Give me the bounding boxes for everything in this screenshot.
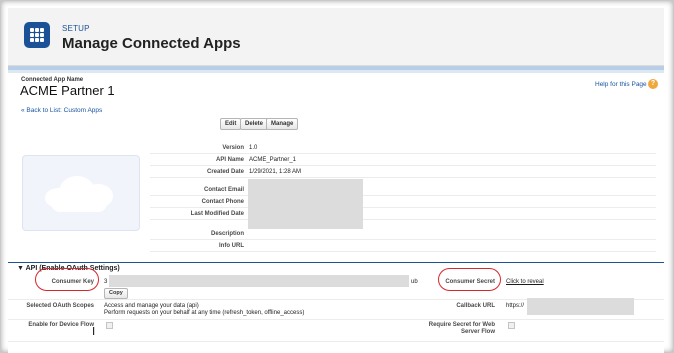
delete-button[interactable]: Delete (240, 118, 269, 130)
detail-row-description: Description (150, 228, 656, 240)
app-name-heading: ACME Partner 1 (20, 83, 115, 98)
require-secret-label-line1: Require Secret for Web (428, 322, 495, 328)
oauth-scopes-row: Selected OAuth Scopes Access and manage … (8, 298, 664, 320)
setup-eyebrow: SETUP (62, 24, 90, 33)
detail-row-contact-email: Contact Email (150, 184, 656, 196)
app-logo (22, 155, 140, 231)
device-flow-label: Enable for Device Flow (28, 322, 94, 328)
detail-label: Version (222, 145, 244, 151)
app-launcher-icon[interactable] (24, 22, 50, 48)
consumer-key-row: Consumer Key 3 ub Copy Consumer Secret C… (8, 274, 664, 300)
detail-value: 1/29/2021, 1:28 AM (249, 169, 302, 175)
oauth-scopes-label: Selected OAuth Scopes (26, 303, 94, 309)
detail-row-contact-phone: Contact Phone (150, 196, 656, 208)
detail-label: API Name (215, 157, 244, 163)
oauth-scope-refresh: Perform requests on your behalf at any t… (104, 310, 305, 316)
device-flow-checkbox[interactable] (106, 322, 113, 329)
redacted-callback-url (527, 298, 634, 315)
help-icon[interactable]: ? (648, 79, 658, 89)
back-to-list-link[interactable]: « Back to List: Custom Apps (21, 107, 102, 114)
help-link[interactable]: Help for this Page (595, 81, 647, 88)
detail-value: 1.0 (249, 145, 258, 151)
callback-url-value: https:// (506, 303, 525, 309)
manage-button[interactable]: Manage (266, 118, 299, 130)
detail-label: Description (210, 231, 244, 237)
detail-value: ACME_Partner_1 (249, 157, 297, 163)
consumer-key-prefix: 3 (104, 279, 108, 285)
detail-label: Contact Email (203, 187, 244, 193)
consumer-secret-highlight (438, 268, 501, 291)
callback-url-label: Callback URL (456, 303, 495, 309)
detail-label: Last Modified Date (190, 211, 244, 217)
detail-row-api-name: API Name ACME_Partner_1 (150, 154, 656, 166)
detail-panel: Connected App Name ACME Partner 1 Help f… (8, 73, 664, 353)
detail-row-version: Version 1.0 (150, 142, 656, 154)
page-title: Manage Connected Apps (62, 35, 241, 52)
require-secret-label-line2: Server Flow (460, 329, 495, 335)
device-flow-row: Enable for Device Flow Require Secret fo… (8, 320, 664, 342)
require-secret-checkbox[interactable] (508, 322, 515, 329)
setup-header: SETUP Manage Connected Apps (8, 8, 664, 66)
reveal-secret-link[interactable]: Click to reveal (506, 279, 544, 285)
detail-row-created-date: Created Date 1/29/2021, 1:28 AM (150, 166, 656, 178)
section-divider (8, 262, 664, 263)
redacted-consumer-key (109, 275, 409, 287)
redacted-contact-block (248, 179, 363, 229)
detail-row-last-modified: Last Modified Date (150, 208, 656, 220)
detail-row-info-url: Info URL (150, 240, 656, 252)
detail-label: Contact Phone (201, 199, 244, 205)
oauth-scope-api: Access and manage your data (api) (104, 303, 199, 309)
copy-button[interactable]: Copy (104, 288, 128, 299)
detail-label: Info URL (219, 243, 244, 249)
detail-label: Created Date (206, 169, 244, 175)
text-cursor-icon: I (92, 325, 96, 338)
edit-button[interactable]: Edit (220, 118, 242, 130)
consumer-key-highlight (35, 268, 99, 291)
